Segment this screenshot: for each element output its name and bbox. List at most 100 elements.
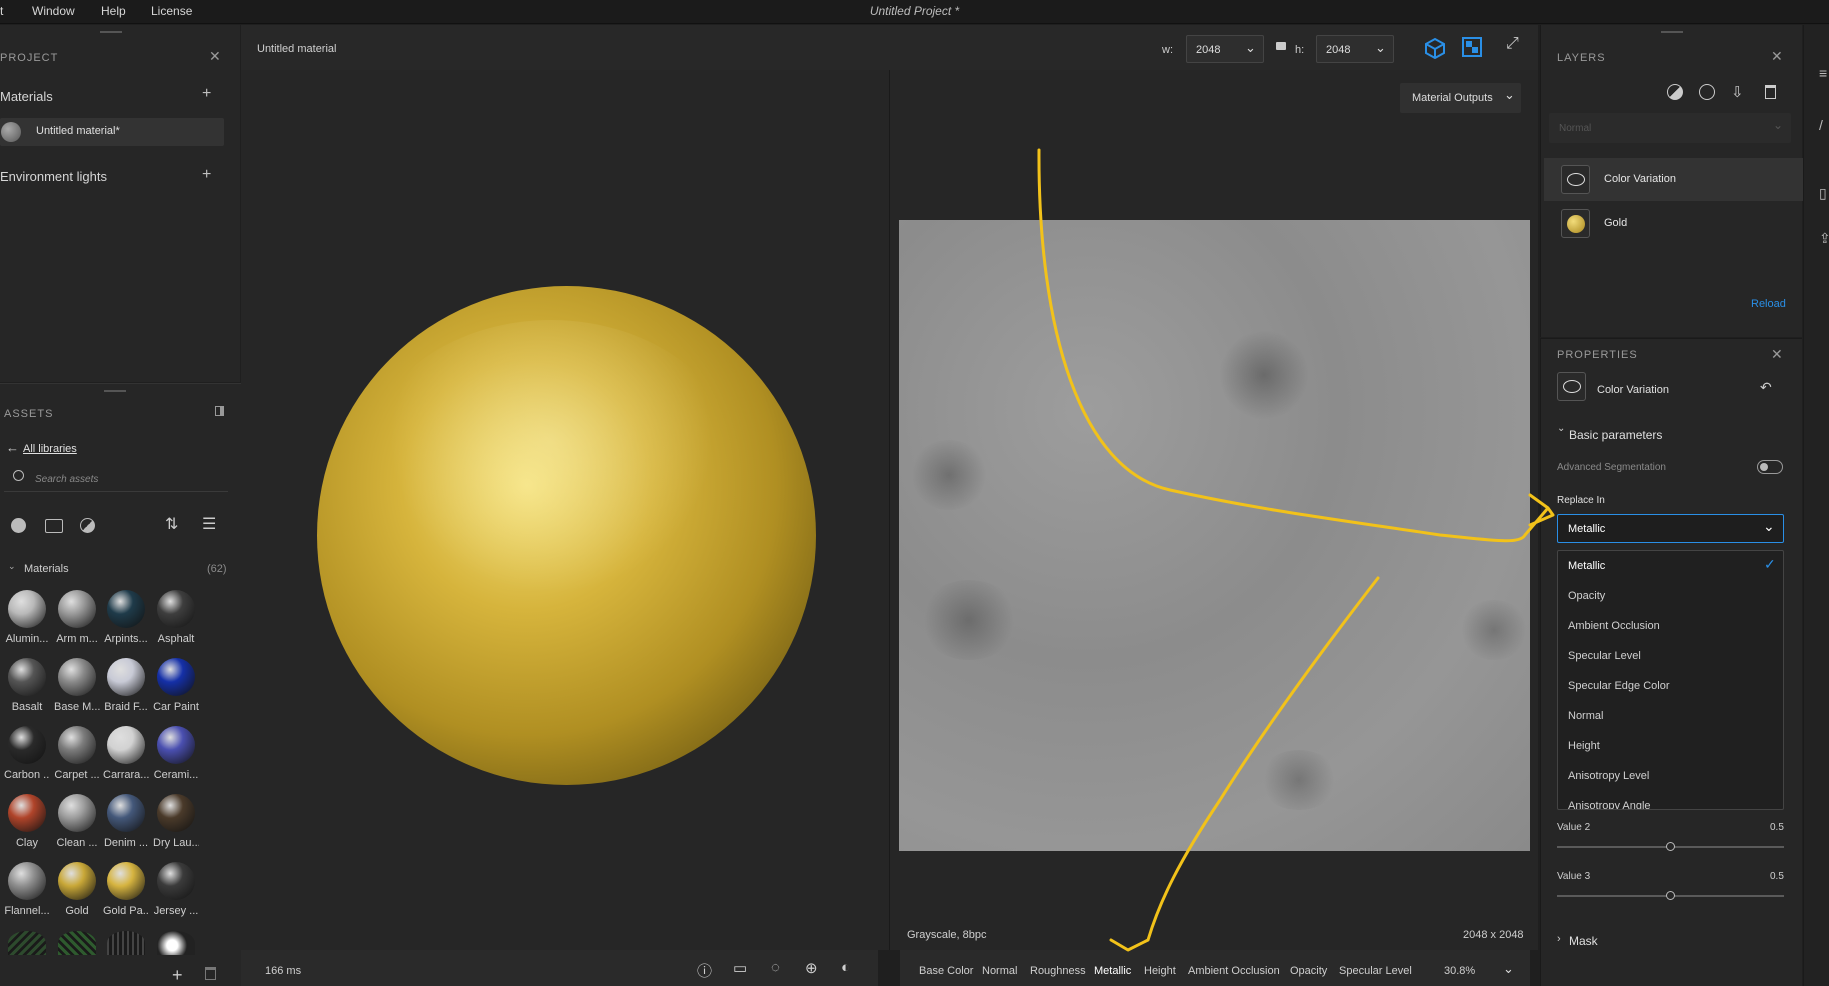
search-field[interactable]: Search assets [4,468,228,492]
material-thumbnail[interactable] [157,590,195,628]
chevron-right-icon[interactable]: › [1557,933,1561,945]
dropdown-option[interactable]: Height [1568,740,1600,752]
add-fill-layer-icon[interactable] [1667,84,1683,100]
zoom-level[interactable]: 30.8% [1444,965,1475,977]
close-icon[interactable]: ✕ [1771,48,1783,65]
material-tab-title[interactable]: Untitled material [257,43,336,55]
drag-handle[interactable] [100,31,122,33]
material-thumbnail[interactable] [8,794,46,832]
export-icon[interactable]: ⇪ [1819,230,1829,247]
panel-layout-icon[interactable] [215,406,224,416]
basic-parameters-header[interactable]: Basic parameters [1569,428,1662,442]
material-thumbnail[interactable] [8,931,46,955]
trash-icon[interactable] [1765,85,1776,99]
dropdown-option[interactable]: Specular Edge Color [1568,680,1670,692]
material-outputs-select[interactable]: Material Outputs ⌄ [1400,83,1521,113]
material-thumbnail[interactable] [8,862,46,900]
3d-view-icon[interactable] [1424,37,1446,59]
material-thumbnail[interactable] [8,590,46,628]
material-thumbnail[interactable] [157,658,195,696]
layer-item[interactable]: Color Variation [1544,158,1803,201]
channel-specular-level[interactable]: Specular Level [1339,965,1412,977]
dropdown-option[interactable]: Ambient Occlusion [1568,620,1660,632]
material-thumbnail[interactable] [157,931,195,955]
width-select[interactable]: 2048 ⌄ [1186,35,1264,63]
value-2-slider-knob[interactable] [1666,842,1675,851]
dropdown-option[interactable]: Opacity [1568,590,1605,602]
material-thumbnail[interactable] [8,658,46,696]
dropdown-option[interactable]: Normal [1568,710,1603,722]
channel-normal[interactable]: Normal [982,965,1017,977]
sort-icon[interactable]: ⇅ [165,514,178,534]
image-filter-icon[interactable] [45,519,63,533]
advanced-segmentation-toggle[interactable] [1757,460,1783,474]
material-thumbnail[interactable] [107,590,145,628]
layer-item[interactable]: Gold [1544,202,1803,245]
dropdown-option[interactable]: Anisotropy Level [1568,770,1649,782]
camera-icon[interactable]: ▭ [733,959,747,977]
settings-sliders-icon[interactable]: ≡ [1819,65,1827,81]
dropdown-option[interactable]: Specular Level [1568,650,1641,662]
channel-roughness[interactable]: Roughness [1030,965,1086,977]
channel-ambient-occlusion[interactable]: Ambient Occlusion [1188,965,1280,977]
material-filter-icon[interactable] [11,518,26,533]
material-thumbnail[interactable] [58,931,96,955]
channel-opacity[interactable]: Opacity [1290,965,1327,977]
material-item[interactable]: Untitled material* [0,118,224,146]
procedural-filter-icon[interactable] [80,518,95,533]
replace-in-select[interactable]: Metallic ⌄ [1557,514,1784,543]
environment-icon[interactable]: ◌ [771,959,780,976]
value-3-slider-knob[interactable] [1666,891,1675,900]
channel-metallic[interactable]: Metallic [1094,965,1131,977]
add-material-layer-icon[interactable] [1699,84,1715,100]
material-thumbnail[interactable] [58,862,96,900]
info-icon[interactable]: ⓘ [697,960,712,981]
reset-icon[interactable]: ↶ [1760,379,1772,396]
material-thumbnail[interactable] [8,726,46,764]
back-arrow-icon[interactable]: ← [6,440,19,455]
material-thumbnail[interactable] [107,726,145,764]
list-view-icon[interactable]: ☰ [202,514,216,534]
import-icon[interactable]: ⇩ [1731,83,1744,101]
material-thumbnail[interactable] [107,931,145,955]
material-thumbnail[interactable] [58,726,96,764]
2d-view-icon[interactable] [1462,37,1482,57]
document-icon[interactable]: ▯ [1819,185,1827,202]
material-thumbnail[interactable] [107,862,145,900]
drag-handle[interactable] [104,390,126,392]
material-thumbnail[interactable] [157,862,195,900]
channel-base-color[interactable]: Base Color [919,965,973,977]
close-icon[interactable]: ✕ [209,48,221,65]
dropdown-option[interactable]: Anisotropy Angle [1568,800,1651,809]
trash-icon[interactable] [205,967,216,980]
3d-viewport[interactable] [241,70,889,950]
chevron-down-icon[interactable]: ⌄ [1557,423,1565,434]
add-asset-icon[interactable]: + [172,965,183,986]
chevron-down-icon[interactable]: ⌄ [1503,961,1514,977]
2d-viewport[interactable]: Material Outputs ⌄ Grayscale, 8bpc 2048 … [890,70,1538,950]
globe-icon[interactable]: ⊕ [805,959,818,977]
brush-icon[interactable]: / [1819,117,1823,133]
mask-section-header[interactable]: Mask [1569,934,1598,948]
material-thumbnail[interactable] [58,794,96,832]
render-mode-icon[interactable]: ◐ [841,959,850,976]
add-light-icon[interactable]: + [202,166,211,184]
expand-icon[interactable]: ⤢ [1506,35,1519,53]
search-input[interactable]: Search assets [35,474,98,485]
channel-height[interactable]: Height [1144,965,1176,977]
lock-icon[interactable] [1276,42,1286,50]
material-thumbnail[interactable] [157,794,195,832]
blend-mode-select[interactable]: Normal ⌄ [1549,113,1791,143]
material-thumbnail[interactable] [58,658,96,696]
add-material-icon[interactable]: + [202,85,211,103]
chevron-down-icon[interactable]: ⌄ [8,561,16,572]
height-select[interactable]: 2048 ⌄ [1316,35,1394,63]
material-thumbnail[interactable] [58,590,96,628]
reload-link[interactable]: Reload [1751,298,1786,310]
dropdown-option[interactable]: Metallic [1568,560,1605,572]
all-libraries-link[interactable]: All libraries [23,443,77,455]
material-thumbnail[interactable] [107,794,145,832]
drag-handle[interactable] [1661,31,1683,33]
close-icon[interactable]: ✕ [1771,346,1783,363]
material-thumbnail[interactable] [107,658,145,696]
